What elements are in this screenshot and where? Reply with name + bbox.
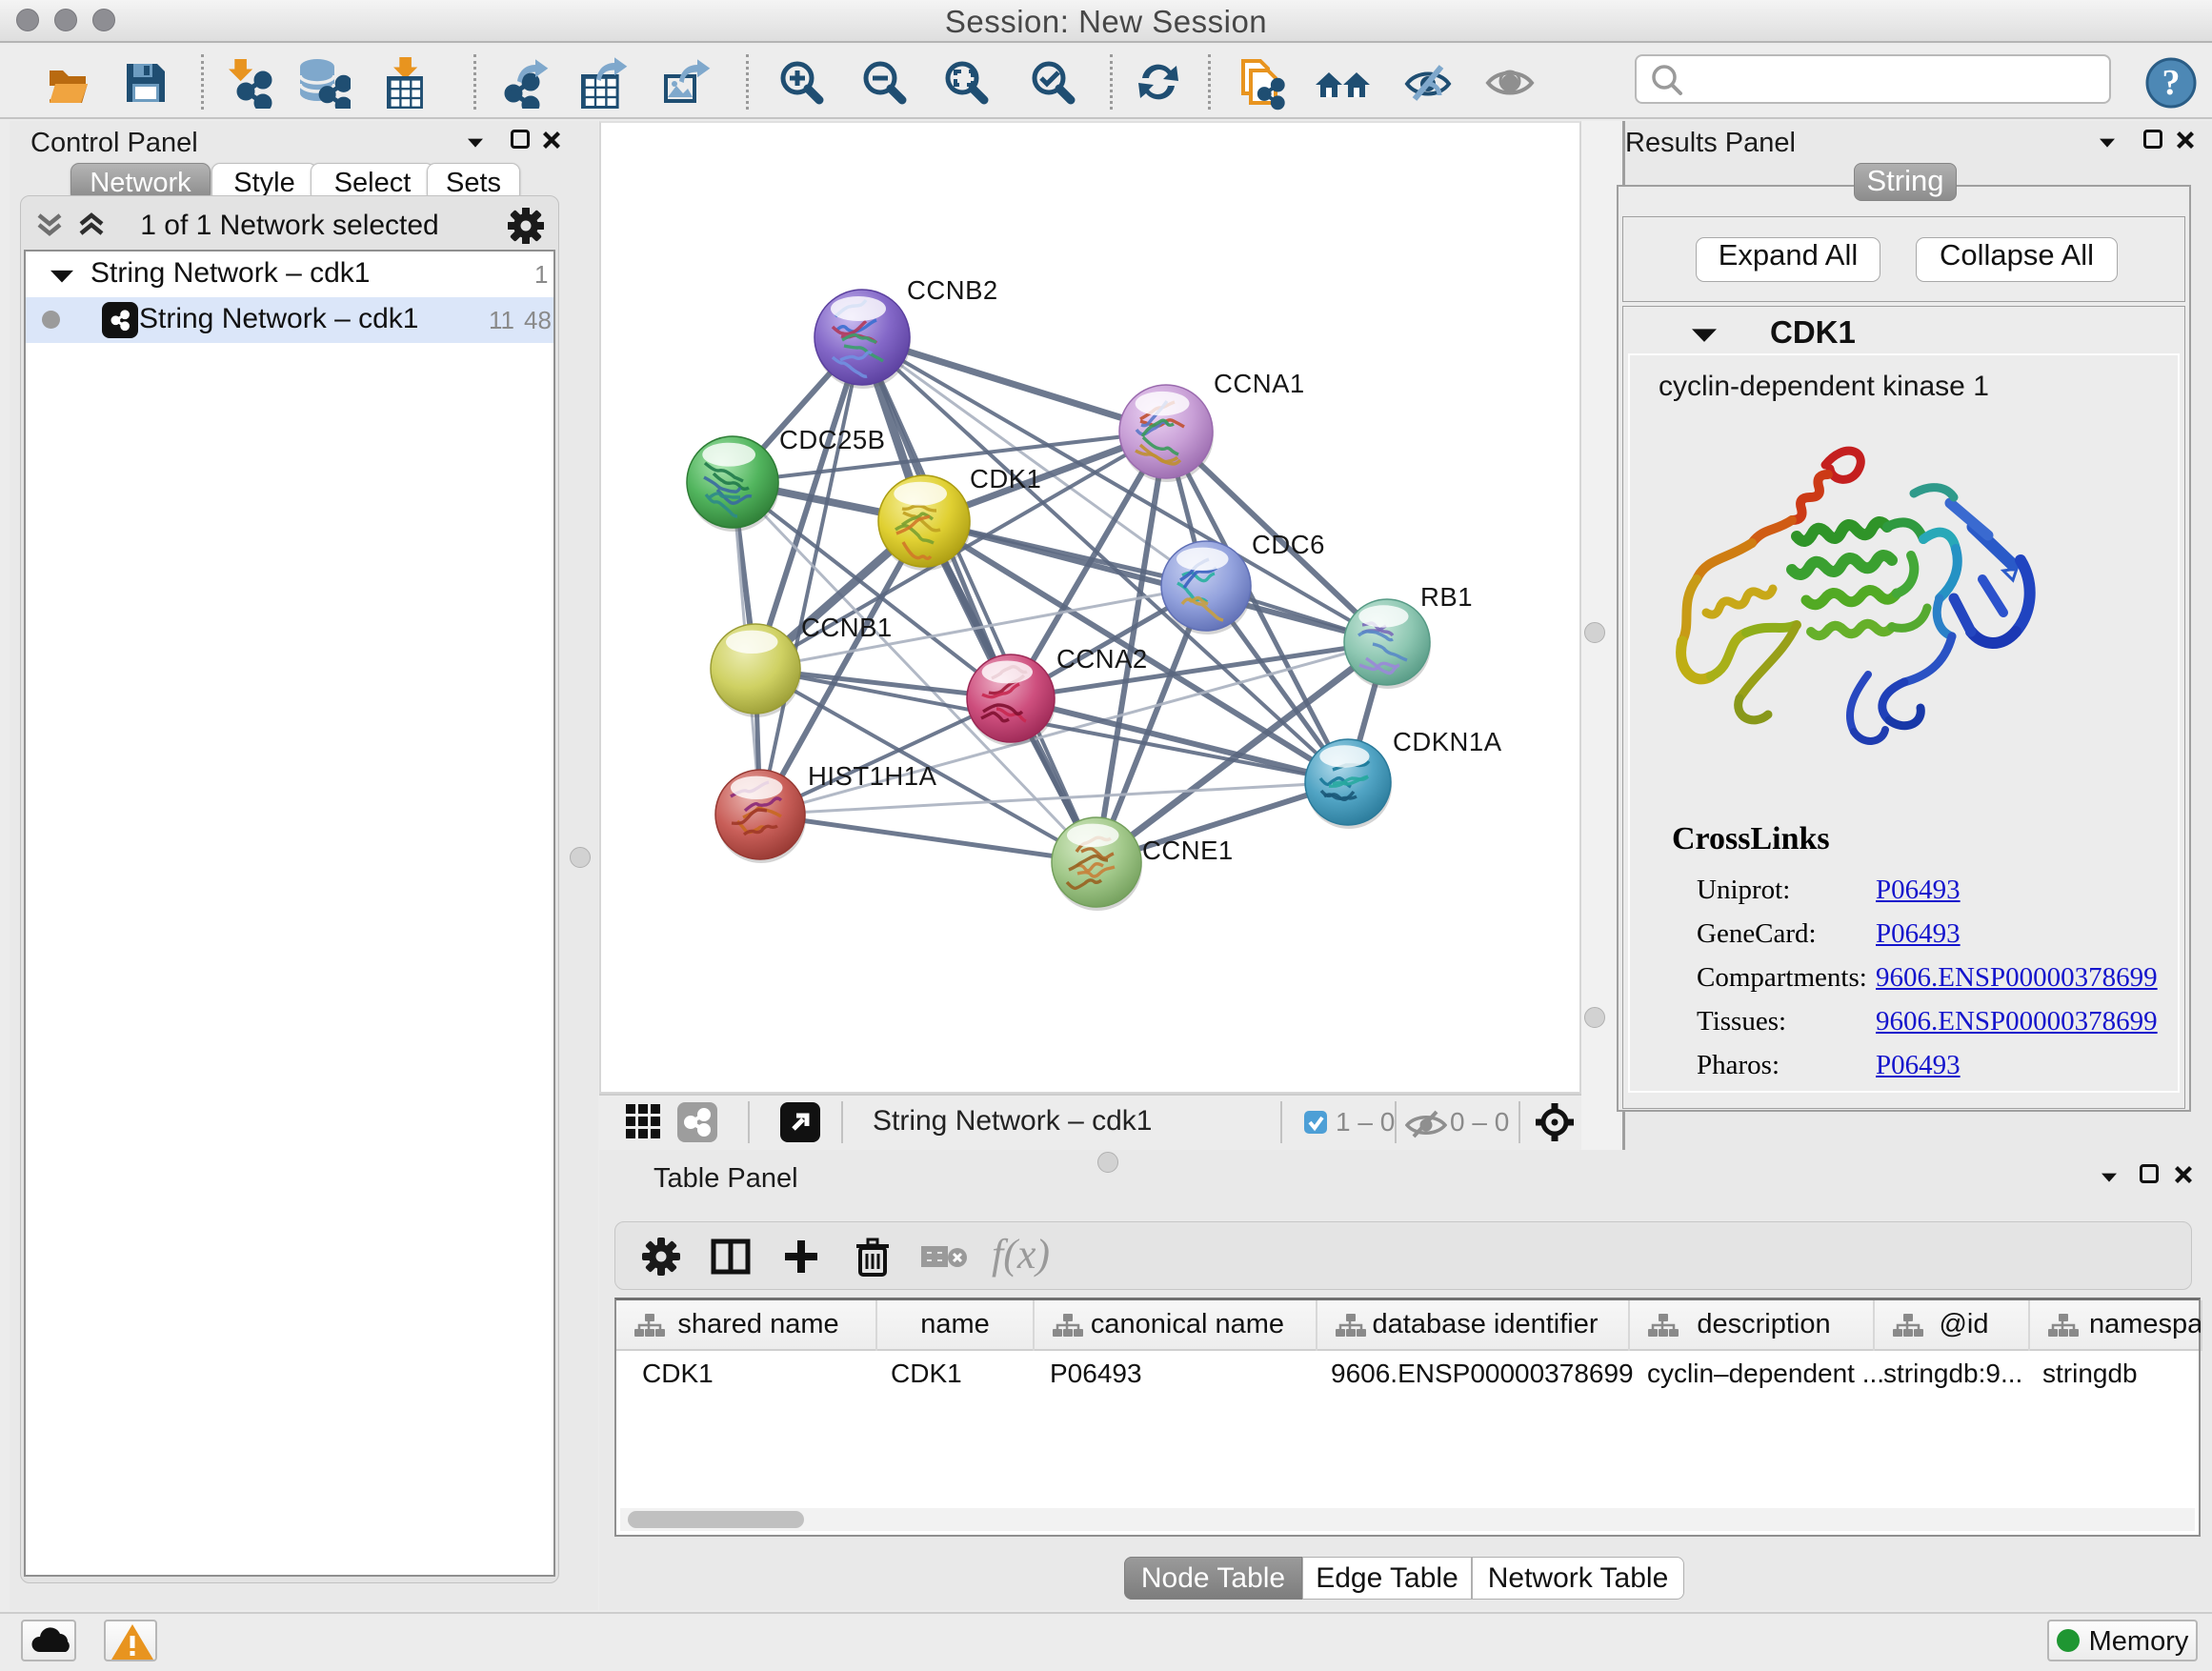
svg-text:CCNB1: CCNB1	[801, 613, 893, 642]
svg-text:CDC25B: CDC25B	[779, 425, 886, 454]
svg-text:HIST1H1A: HIST1H1A	[808, 761, 937, 791]
svg-text:CDK1: CDK1	[970, 464, 1041, 493]
svg-text:CDKN1A: CDKN1A	[1393, 727, 1502, 756]
svg-text:CCNE1: CCNE1	[1142, 836, 1234, 865]
svg-text:CCNA1: CCNA1	[1214, 369, 1305, 398]
svg-text:?: ?	[2162, 63, 2181, 103]
svg-text:RB1: RB1	[1420, 582, 1473, 612]
svg-text:CCNA2: CCNA2	[1056, 644, 1148, 674]
svg-text:CDC6: CDC6	[1252, 530, 1325, 559]
svg-text:CCNB2: CCNB2	[907, 275, 998, 305]
